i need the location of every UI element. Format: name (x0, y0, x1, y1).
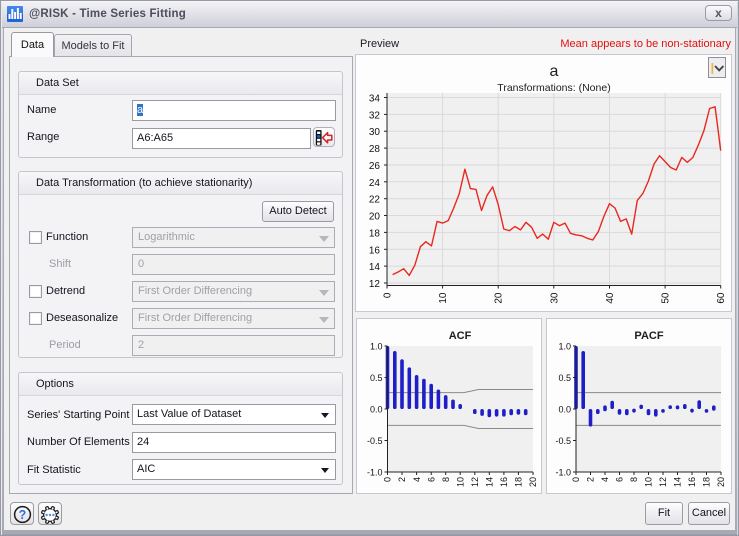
svg-text:2: 2 (397, 477, 407, 482)
svg-text:1.0: 1.0 (370, 342, 383, 352)
svg-text:32: 32 (369, 110, 381, 121)
svg-text:30: 30 (549, 292, 560, 304)
svg-text:12: 12 (658, 477, 668, 487)
svg-text:18: 18 (702, 477, 712, 487)
svg-text:10: 10 (456, 477, 466, 487)
svg-text:0.0: 0.0 (558, 405, 571, 415)
svg-text:0: 0 (383, 477, 393, 482)
svg-text:0.0: 0.0 (370, 405, 383, 415)
svg-text:16: 16 (369, 245, 381, 256)
svg-text:12: 12 (369, 279, 381, 290)
svg-text:10: 10 (644, 477, 654, 487)
svg-text:60: 60 (716, 292, 727, 304)
svg-text:8: 8 (441, 477, 451, 482)
svg-text:40: 40 (605, 292, 616, 304)
svg-text:-1.0: -1.0 (367, 468, 383, 478)
svg-text:0.5: 0.5 (370, 373, 383, 383)
svg-text:18: 18 (369, 228, 381, 239)
svg-text:26: 26 (369, 161, 381, 172)
svg-text:50: 50 (661, 292, 672, 304)
svg-text:6: 6 (426, 477, 436, 482)
svg-text:8: 8 (629, 477, 639, 482)
svg-text:4: 4 (600, 477, 610, 482)
svg-text:-1.0: -1.0 (555, 468, 571, 478)
svg-text:-0.5: -0.5 (367, 436, 383, 446)
svg-text:28: 28 (369, 144, 381, 155)
svg-text:18: 18 (514, 477, 524, 487)
svg-text:2: 2 (586, 477, 596, 482)
svg-text:20: 20 (528, 477, 538, 487)
svg-text:a: a (550, 63, 559, 80)
svg-text:22: 22 (369, 195, 381, 206)
svg-text:Transformations: (None): Transformations: (None) (497, 82, 610, 94)
svg-text:14: 14 (485, 477, 495, 487)
svg-text:20: 20 (494, 292, 505, 304)
svg-text:20: 20 (369, 212, 381, 223)
svg-text:12: 12 (470, 477, 480, 487)
svg-text:1.0: 1.0 (558, 342, 571, 352)
svg-text:14: 14 (369, 262, 381, 273)
svg-text:24: 24 (369, 178, 381, 189)
svg-text:4: 4 (412, 477, 422, 482)
svg-text:16: 16 (687, 477, 697, 487)
svg-text:0: 0 (571, 477, 581, 482)
svg-text:30: 30 (369, 127, 381, 138)
svg-text:PACF: PACF (634, 330, 663, 342)
svg-text:20: 20 (716, 477, 726, 487)
svg-text:14: 14 (673, 477, 683, 487)
svg-text:ACF: ACF (449, 330, 472, 342)
svg-text:0: 0 (383, 292, 394, 298)
svg-text:16: 16 (499, 477, 509, 487)
svg-text:-0.5: -0.5 (555, 436, 571, 446)
svg-text:?: ? (18, 508, 26, 522)
svg-text:34: 34 (369, 94, 381, 105)
svg-text:0.5: 0.5 (558, 373, 571, 383)
svg-text:10: 10 (438, 292, 449, 304)
svg-text:6: 6 (615, 477, 625, 482)
